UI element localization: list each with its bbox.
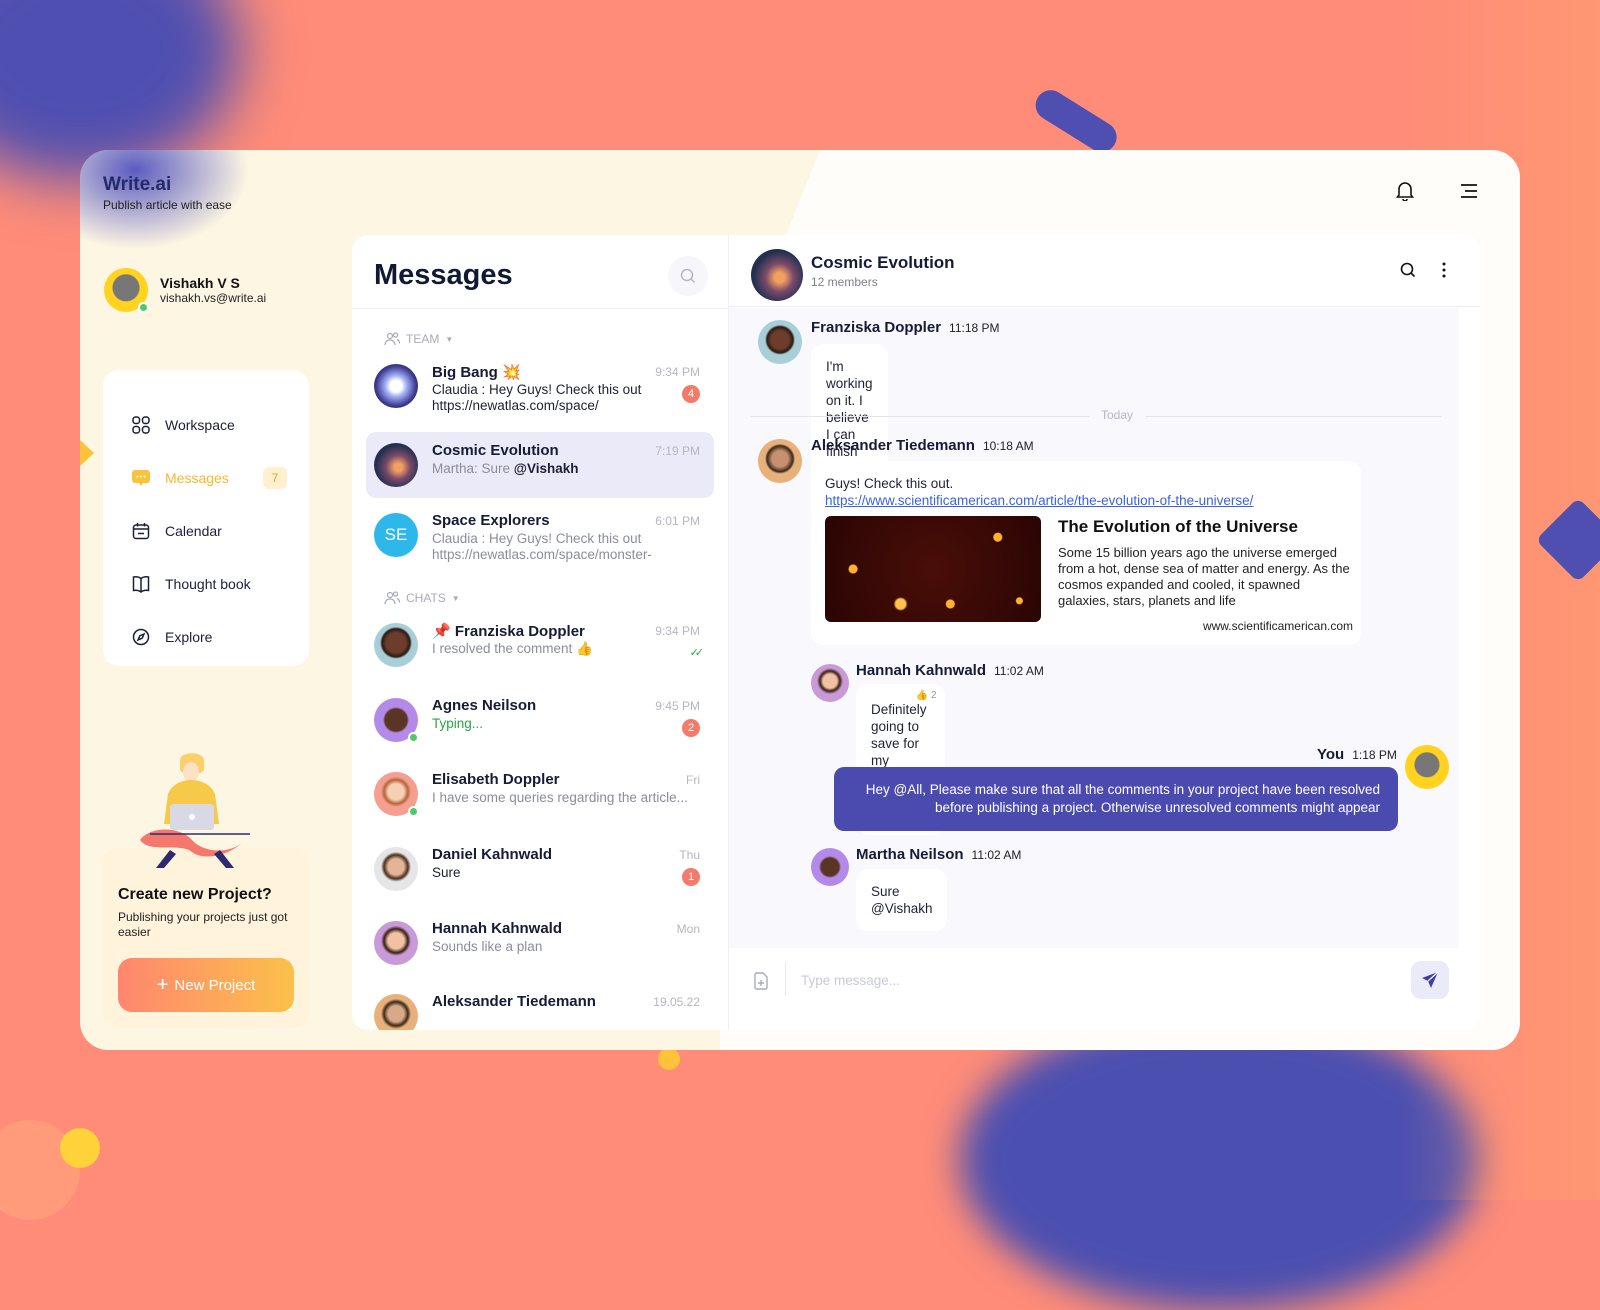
app-title: Write.ai <box>103 174 172 195</box>
messages-list-panel: Messages TEAM ▼ Big Bang 💥 Claudia : Hey… <box>352 235 728 1030</box>
avatar <box>374 772 419 817</box>
link-preview-title[interactable]: The Evolution of the Universe <box>1058 518 1298 535</box>
unread-badge: 4 <box>682 385 700 403</box>
online-indicator <box>138 302 149 313</box>
pin-icon: 📌 <box>432 623 451 640</box>
group-avatar <box>751 249 803 301</box>
avatar <box>758 439 802 483</box>
sidebar-item-workspace[interactable]: Workspace <box>131 398 309 451</box>
unread-badge: 2 <box>682 719 700 737</box>
online-indicator <box>408 732 419 743</box>
member-count: 12 members <box>811 275 878 289</box>
menu-icon[interactable] <box>1458 180 1480 202</box>
group-icon <box>384 332 400 346</box>
avatar <box>1405 745 1449 789</box>
sidebar-item-thought-book[interactable]: Thought book <box>131 557 309 610</box>
chat-panel: Cosmic Evolution 12 members Franziska Do… <box>728 235 1480 1030</box>
chats-section-toggle[interactable]: CHATS ▼ <box>384 591 460 605</box>
plus-icon: + <box>156 974 169 996</box>
thumbs-up-icon: 👍 <box>915 690 929 701</box>
user-name: Vishakh V S <box>160 275 240 291</box>
link-preview-description: Some 15 billion years ago the universe e… <box>1058 545 1350 608</box>
chat-title: Cosmic Evolution <box>811 253 955 272</box>
conversation-item[interactable]: Cosmic Evolution Martha: Sure @Vishakh 7… <box>366 432 714 498</box>
avatar <box>104 268 149 313</box>
message-composer <box>729 948 1480 1030</box>
attach-file-icon[interactable] <box>753 972 769 995</box>
avatar <box>374 443 418 487</box>
caret-down-icon: ▼ <box>451 593 460 603</box>
avatar: SE <box>374 513 418 557</box>
avatar <box>758 320 802 364</box>
active-nav-marker <box>80 438 94 468</box>
link-preview-domain: www.scientificamerican.com <box>1202 619 1353 633</box>
avatar <box>374 623 418 667</box>
avatar <box>374 994 418 1030</box>
promo-text: Publishing your projects just got easier <box>118 910 288 939</box>
chat-header: Cosmic Evolution 12 members <box>729 235 1480 307</box>
grid-icon <box>131 415 151 435</box>
bg-dot <box>60 1128 100 1168</box>
bg-dot <box>658 1048 680 1070</box>
conversation-item[interactable]: Daniel Kahnwald Sure Thu 1 <box>366 836 714 902</box>
mention: @Vishakh <box>513 461 579 476</box>
search-button[interactable] <box>668 256 708 296</box>
new-project-button[interactable]: + New Project <box>118 958 294 1012</box>
conversation-item[interactable]: Aleksander Tiedemann 19.05.22 <box>366 983 714 1030</box>
link-preview-image[interactable] <box>825 516 1041 622</box>
reaction[interactable]: 👍 2 <box>916 687 937 704</box>
avatar <box>374 847 418 891</box>
group-icon <box>384 591 400 605</box>
avatar <box>811 848 849 886</box>
message-thread: Franziska Doppler 11:18 PM I'm working on… <box>729 308 1459 948</box>
more-vertical-icon[interactable] <box>1433 259 1455 281</box>
own-message-bubble: Hey @All, Please make sure that all the … <box>834 767 1398 831</box>
person-with-laptop-illustration <box>140 753 250 868</box>
bell-icon[interactable] <box>1394 180 1416 202</box>
article-link[interactable]: https://www.scientificamerican.com/artic… <box>825 492 1253 509</box>
promo-title: Create new Project? <box>118 886 272 903</box>
unread-badge: 1 <box>682 868 700 886</box>
brand: Write.ai Publish article with ease <box>103 174 232 212</box>
sidebar-item-explore[interactable]: Explore <box>131 610 309 663</box>
send-icon <box>1422 971 1439 988</box>
send-button[interactable] <box>1411 961 1449 999</box>
conversation-item[interactable]: 📌 Franziska Doppler I resolved the comme… <box>366 612 714 678</box>
app-subtitle: Publish article with ease <box>103 198 232 212</box>
team-section-toggle[interactable]: TEAM ▼ <box>384 332 453 346</box>
message-bubble: Sure @Vishakh <box>856 869 948 931</box>
book-icon <box>131 574 151 594</box>
chat-bubble-icon <box>131 468 151 488</box>
conversation-item[interactable]: SE Space Explorers Claudia : Hey Guys! C… <box>366 502 714 568</box>
calendar-icon <box>131 521 151 541</box>
avatar <box>374 364 418 408</box>
search-icon[interactable] <box>1397 259 1419 281</box>
online-indicator <box>408 806 419 817</box>
compass-icon <box>131 627 151 647</box>
sidebar-item-messages[interactable]: Messages 7 <box>131 451 309 504</box>
messages-count-badge: 7 <box>263 466 287 489</box>
avatar <box>374 921 418 965</box>
message-input[interactable] <box>801 966 1361 994</box>
sidebar-nav: Workspace Messages 7 Calendar Thought bo… <box>103 370 309 666</box>
user-profile[interactable]: Vishakh V S vishakh.vs@write.ai <box>104 268 267 313</box>
caret-down-icon: ▼ <box>445 334 454 344</box>
app-window: Write.ai Publish article with ease Visha… <box>80 150 1520 1050</box>
conversation-item[interactable]: Elisabeth Doppler I have some queries re… <box>366 761 714 827</box>
avatar <box>811 664 849 702</box>
conversation-item[interactable]: Big Bang 💥 Claudia : Hey Guys! Check thi… <box>366 353 714 419</box>
avatar <box>374 698 419 743</box>
user-email: vishakh.vs@write.ai <box>160 291 267 305</box>
date-divider: Today <box>751 408 1441 422</box>
conversation-item[interactable]: Hannah Kahnwald Sounds like a plan Mon <box>366 910 714 976</box>
message-bubble: Guys! Check this out. https://www.scient… <box>811 461 1361 645</box>
create-project-card: Create new Project? Publishing your proj… <box>103 848 309 1028</box>
search-icon <box>680 268 696 284</box>
bg-shape <box>1030 84 1123 158</box>
messages-title: Messages <box>374 259 513 291</box>
sidebar-item-calendar[interactable]: Calendar <box>131 504 309 557</box>
conversation-item[interactable]: Agnes Neilson Typing... 9:45 PM 2 <box>366 687 714 753</box>
double-check-icon: ✓✓ <box>689 647 705 659</box>
